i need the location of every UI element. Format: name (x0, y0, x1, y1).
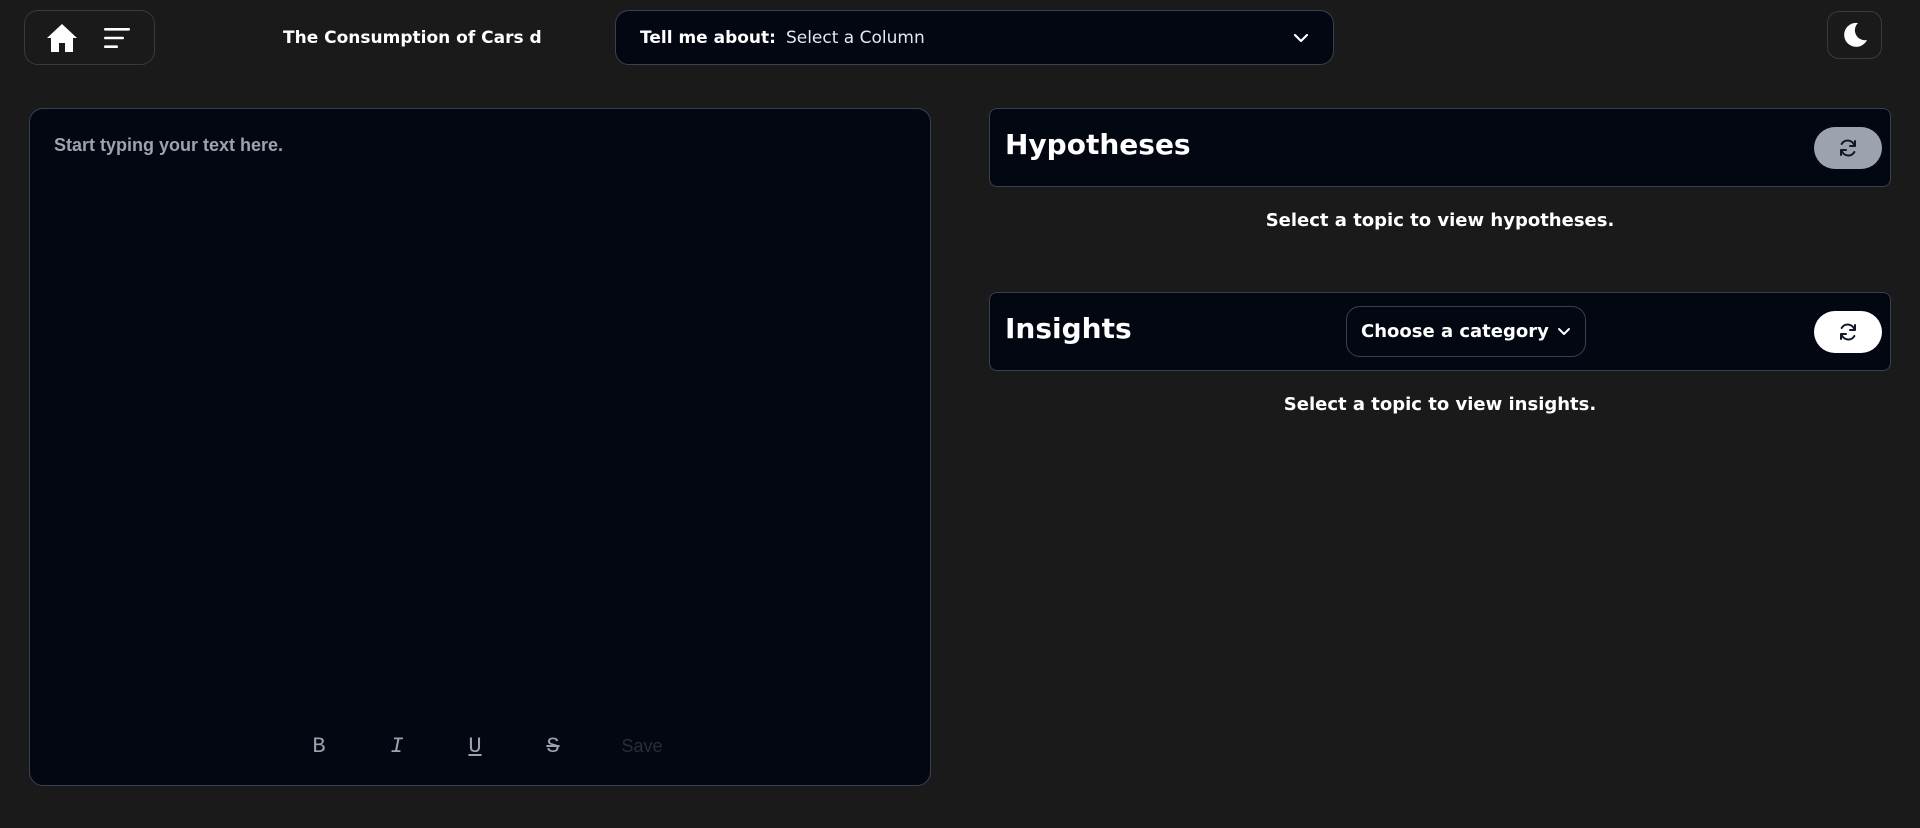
moon-icon (1843, 22, 1867, 47)
refresh-icon (1840, 139, 1856, 157)
home-icon (47, 23, 78, 52)
editor-text-area[interactable]: Start typing your text here. (54, 135, 904, 695)
menu-button[interactable] (97, 18, 137, 58)
chevron-down-icon (1558, 328, 1570, 335)
strikethrough-button[interactable]: S (514, 734, 592, 759)
menu-icon (103, 27, 130, 48)
insights-title: Insights (1005, 312, 1132, 345)
chevron-down-icon (1293, 33, 1309, 42)
theme-toggle-button[interactable] (1827, 11, 1882, 59)
category-select[interactable]: Choose a category (1346, 306, 1586, 357)
italic-button[interactable]: I (358, 734, 436, 759)
underline-button[interactable]: U (436, 734, 514, 759)
refresh-icon (1840, 323, 1856, 341)
hypotheses-refresh-button[interactable] (1814, 127, 1882, 169)
category-select-value: Choose a category (1361, 321, 1549, 342)
save-button[interactable]: Save (592, 736, 692, 757)
home-button[interactable] (42, 18, 82, 58)
bold-button[interactable]: B (280, 734, 358, 759)
hypotheses-panel-header: Hypotheses (989, 108, 1891, 187)
insights-empty-message: Select a topic to view insights. (1283, 394, 1597, 415)
editor-toolbar: B I U S Save (280, 716, 692, 776)
document-title: The Consumption of Cars during (283, 28, 541, 48)
column-select-value: Select a Column (785, 27, 925, 48)
column-select[interactable]: Tell me about: Select a Column (615, 10, 1334, 65)
insights-panel-header: Insights Choose a category (989, 292, 1891, 371)
top-header: The Consumption of Cars during Tell me a… (0, 0, 1920, 76)
nav-group (24, 10, 155, 65)
hypotheses-title: Hypotheses (1005, 128, 1191, 161)
hypotheses-empty-message: Select a topic to view hypotheses. (1265, 210, 1615, 231)
insights-refresh-button[interactable] (1814, 311, 1882, 353)
text-editor: Start typing your text here. (29, 108, 931, 786)
column-select-label: Tell me about: (640, 27, 776, 48)
